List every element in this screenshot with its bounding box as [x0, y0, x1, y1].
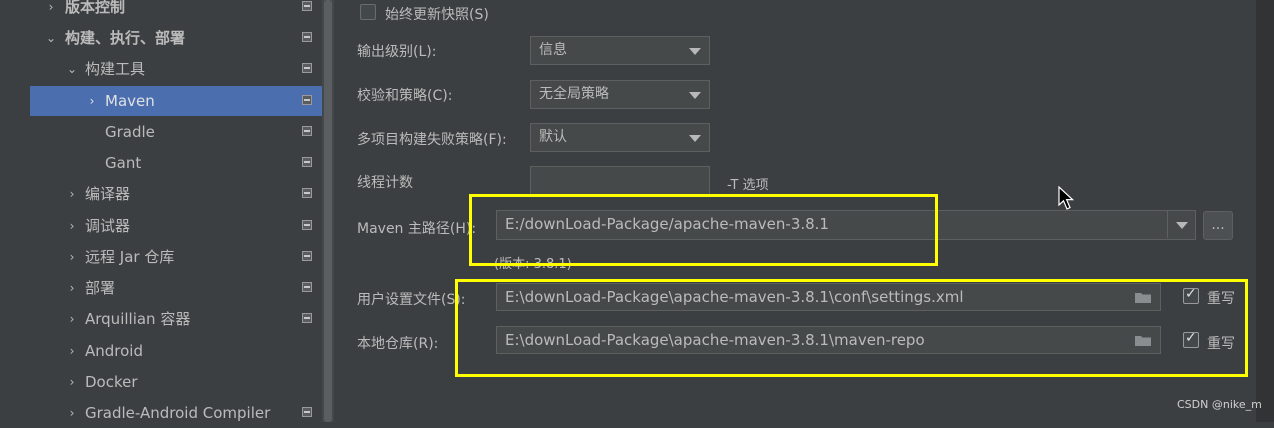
chevron-right-icon[interactable]: ›	[86, 86, 98, 116]
user-settings-value: E:\downLoad-Package\apache-maven-3.8.1\c…	[505, 288, 964, 306]
sidebar-item[interactable]: Gant	[0, 148, 322, 178]
chevron-right-icon[interactable]: ›	[66, 273, 78, 303]
sidebar-item-label: Arquillian 容器	[85, 310, 191, 328]
checksum-policy-value: 无全局策略	[539, 86, 609, 102]
chevron-right-icon[interactable]: ›	[66, 398, 78, 428]
local-repo-override-label: 重写	[1207, 336, 1235, 352]
sidebar-item[interactable]: › Gradle-Android Compiler	[0, 398, 322, 428]
chevron-down-icon	[689, 135, 701, 142]
chevron-down-icon[interactable]: ⌄	[66, 54, 78, 84]
project-settings-icon	[302, 63, 312, 73]
local-repo-value: E:\downLoad-Package\apache-maven-3.8.1\m…	[505, 331, 925, 349]
sidebar-item[interactable]: › 远程 Jar 仓库	[0, 242, 322, 272]
sidebar-scrollbar-thumb[interactable]	[324, 0, 332, 422]
output-level-select[interactable]: 信息	[530, 36, 710, 65]
fail-policy-select[interactable]: 默认	[530, 123, 710, 152]
maven-home-value: E:/downLoad-Package/apache-maven-3.8.1	[505, 215, 829, 233]
settings-sidebar: › 版本控制 ⌄ 构建、执行、部署 ⌄ 构建工具 › Maven Gradle Gant › 编译器 ›…	[0, 0, 322, 422]
project-settings-icon	[302, 157, 312, 167]
checkmark-icon: ✓	[1185, 286, 1197, 302]
sidebar-item[interactable]: Gradle	[0, 117, 322, 147]
user-settings-override-checkbox[interactable]: ✓	[1183, 286, 1199, 304]
sidebar-item-label: 构建、执行、部署	[65, 29, 186, 47]
checksum-policy-select[interactable]: 无全局策略	[530, 80, 710, 109]
sidebar-item-label: 远程 Jar 仓库	[85, 248, 175, 266]
project-settings-icon	[302, 407, 312, 417]
thread-count-label: 线程计数	[357, 175, 413, 191]
sidebar-item[interactable]: ⌄ 构建工具	[0, 54, 322, 84]
chevron-right-icon[interactable]: ›	[66, 367, 78, 397]
sidebar-item[interactable]: › 编译器	[0, 179, 322, 209]
project-settings-icon	[302, 251, 312, 261]
user-settings-label: 用户设置文件(S):	[357, 292, 466, 308]
right-edge-panel	[1256, 0, 1274, 422]
local-repo-input[interactable]: E:\downLoad-Package\apache-maven-3.8.1\m…	[496, 326, 1161, 354]
chevron-down-icon	[1176, 222, 1188, 229]
sidebar-item[interactable]: › 调试器	[0, 211, 322, 241]
mouse-cursor-icon	[1058, 186, 1074, 210]
always-update-snapshots-label: 始终更新快照(S)	[385, 7, 489, 23]
chevron-right-icon[interactable]: ›	[66, 211, 78, 241]
maven-home-browse-button[interactable]: ...	[1203, 211, 1233, 240]
sidebar-item-label: 调试器	[85, 217, 131, 235]
local-repo-label: 本地仓库(R):	[357, 336, 439, 352]
maven-home-select[interactable]: E:/downLoad-Package/apache-maven-3.8.1	[496, 210, 1196, 240]
project-settings-icon	[302, 32, 312, 42]
fail-policy-label: 多项目构建失败策略(F):	[357, 132, 507, 148]
sidebar-item-label: 版本控制	[65, 0, 126, 16]
sidebar-item[interactable]: › 版本控制	[0, 0, 322, 22]
output-level-value: 信息	[539, 42, 567, 58]
sidebar-item-label: Gant	[105, 154, 142, 172]
output-level-label: 输出级别(L):	[357, 44, 437, 60]
sidebar-item-label: 编译器	[85, 185, 131, 203]
project-settings-icon	[302, 188, 312, 198]
sidebar-item[interactable]: › 部署	[0, 273, 322, 303]
chevron-down-icon	[689, 92, 701, 99]
project-settings-icon	[302, 220, 312, 230]
user-settings-input[interactable]: E:\downLoad-Package\apache-maven-3.8.1\c…	[496, 283, 1161, 311]
project-settings-icon	[302, 282, 312, 292]
folder-icon[interactable]	[1135, 335, 1151, 346]
chevron-right-icon[interactable]: ›	[66, 179, 78, 209]
project-settings-icon	[302, 95, 312, 105]
sidebar-item-label: Gradle	[105, 123, 155, 141]
chevron-right-icon[interactable]: ›	[66, 304, 78, 334]
sidebar-item-label: 构建工具	[85, 60, 146, 78]
maven-home-label: Maven 主路径(H):	[357, 221, 477, 237]
thread-count-hint: -T 选项	[727, 178, 769, 193]
user-settings-override-label: 重写	[1207, 291, 1235, 307]
checksum-policy-label: 校验和策略(C):	[357, 88, 453, 104]
sidebar-item-label: Gradle-Android Compiler	[85, 404, 271, 422]
local-repo-override-checkbox[interactable]: ✓	[1183, 330, 1199, 348]
chevron-down-icon	[689, 48, 701, 55]
sidebar-item-label: Android	[85, 342, 143, 360]
chevron-right-icon[interactable]: ›	[66, 336, 78, 366]
sidebar-item[interactable]: ⌄ 构建、执行、部署	[0, 23, 322, 53]
sidebar-item-label: 部署	[85, 279, 116, 297]
project-settings-icon	[302, 313, 312, 323]
project-settings-icon	[302, 126, 312, 136]
chevron-right-icon[interactable]: ›	[45, 0, 57, 22]
maven-settings-panel: 始终更新快照(S) 输出级别(L): 信息 校验和策略(C): 无全局策略 多项…	[334, 0, 1256, 422]
sidebar-item[interactable]: › Docker	[0, 367, 322, 397]
folder-icon[interactable]	[1135, 292, 1151, 303]
sidebar-item[interactable]: › Maven	[30, 86, 322, 116]
chevron-down-icon[interactable]: ⌄	[45, 23, 57, 53]
project-settings-icon	[302, 1, 312, 11]
sidebar-item[interactable]: › Arquillian 容器	[0, 304, 322, 334]
chevron-right-icon[interactable]: ›	[66, 242, 78, 272]
watermark-text: CSDN @nike_m	[1177, 398, 1262, 411]
sidebar-item-label: Maven	[105, 92, 155, 110]
sidebar-item-label: Docker	[85, 373, 138, 391]
always-update-snapshots-checkbox[interactable]	[360, 4, 376, 20]
checkmark-icon: ✓	[1185, 330, 1197, 346]
thread-count-input[interactable]	[530, 166, 710, 195]
fail-policy-value: 默认	[539, 129, 567, 145]
sidebar-item[interactable]: › Android	[0, 336, 322, 366]
maven-version-label: (版本: 3.8.1)	[494, 257, 572, 272]
